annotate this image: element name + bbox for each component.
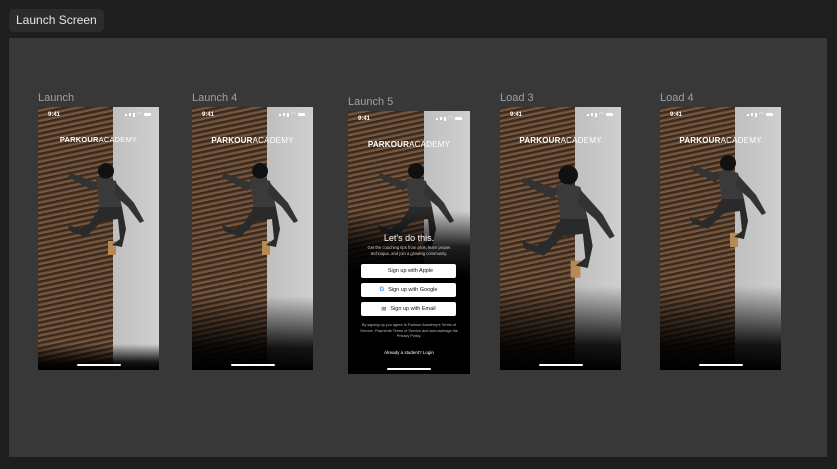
status-time: 9:41 xyxy=(202,112,215,118)
bottom-fade xyxy=(500,285,621,370)
signal-icon xyxy=(586,113,589,116)
home-indicator xyxy=(230,364,275,366)
bottom-fade xyxy=(192,296,313,370)
logo-light: ACADEMY xyxy=(720,136,762,145)
battery-icon xyxy=(144,113,151,116)
email-button-label: Sign up with Email xyxy=(390,306,436,312)
status-time: 9:41 xyxy=(358,116,371,122)
signal-icon xyxy=(439,117,442,120)
status-icons: ◠ xyxy=(124,111,151,118)
apple-button-label: Sign up with Apple xyxy=(387,268,434,274)
status-icons: ◠ xyxy=(586,111,613,118)
bottom-fade xyxy=(38,343,159,370)
battery-icon xyxy=(606,113,613,116)
parkour-athlete-image xyxy=(521,165,615,278)
parkour-athlete-image xyxy=(690,155,766,247)
status-icons: ◠ xyxy=(435,115,462,122)
battery-icon xyxy=(298,113,305,116)
home-indicator xyxy=(698,364,743,366)
google-icon: G xyxy=(379,287,385,293)
logo-bold: PARKOUR xyxy=(519,136,561,145)
logo-light: ACADEMY xyxy=(560,136,602,145)
signal-icon xyxy=(278,113,281,116)
frame-load-3[interactable]: 9:41 ◠ PARKOURACADEMY xyxy=(500,107,621,370)
signal-icon xyxy=(124,113,127,116)
frame-launch-5[interactable]: 9:41 ◠ PARKOURACADEMY Let's do this. Get… xyxy=(348,111,470,374)
email-icon: ✉ xyxy=(381,306,387,313)
status-bar: 9:41 ◠ xyxy=(348,114,470,124)
login-link[interactable]: Already a student? Login xyxy=(348,350,470,355)
logo: PARKOURACADEMY xyxy=(38,135,159,144)
terms-text: By signing up you agree to Parkour Acade… xyxy=(360,323,458,338)
logo-light: ACADEMY xyxy=(409,140,451,149)
signal-icon xyxy=(128,113,131,116)
signal-icon xyxy=(754,112,757,117)
home-indicator xyxy=(76,364,121,366)
wifi-icon: ◠ xyxy=(598,112,604,118)
logo: PARKOURACADEMY xyxy=(192,136,313,145)
status-bar: 9:41 ◠ xyxy=(660,110,781,120)
status-bar: 9:41 ◠ xyxy=(38,110,159,120)
page-tab[interactable]: Launch Screen xyxy=(9,9,104,32)
signal-icon xyxy=(590,113,593,116)
google-button-label: Sign up with Google xyxy=(388,287,438,293)
signal-icon xyxy=(443,116,446,121)
status-icons: ◠ xyxy=(278,111,305,118)
frame-label-launch-5[interactable]: Launch 5 xyxy=(348,96,393,108)
parkour-athlete-image xyxy=(222,163,298,255)
logo: PARKOURACADEMY xyxy=(660,136,781,145)
logo: PARKOURACADEMY xyxy=(500,136,621,145)
status-time: 9:41 xyxy=(510,112,523,118)
logo: PARKOURACADEMY xyxy=(348,140,470,149)
home-indicator xyxy=(538,364,583,366)
battery-icon xyxy=(766,113,773,116)
subtext: Get the coaching tips from pros, learn p… xyxy=(367,245,451,256)
wifi-icon: ◠ xyxy=(136,112,142,118)
sign-up-google-button[interactable]: G Sign up with Google xyxy=(361,283,456,297)
signal-icon xyxy=(286,112,289,117)
status-time: 9:41 xyxy=(48,112,61,118)
sign-up-email-button[interactable]: ✉ Sign up with Email xyxy=(361,302,456,316)
bottom-fade xyxy=(660,285,781,370)
logo-light: ACADEMY xyxy=(98,135,138,144)
logo-bold: PARKOUR xyxy=(679,136,721,145)
home-indicator xyxy=(387,368,431,370)
headline: Let's do this. xyxy=(383,233,435,243)
signal-icon xyxy=(594,112,597,117)
frame-label-launch[interactable]: Launch xyxy=(38,92,74,104)
frame-label-launch-4[interactable]: Launch 4 xyxy=(192,92,237,104)
status-time: 9:41 xyxy=(670,112,683,118)
frame-load-4[interactable]: 9:41 ◠ PARKOURACADEMY xyxy=(660,107,781,370)
logo-bold: PARKOUR xyxy=(367,140,410,149)
signal-icon xyxy=(282,113,285,116)
logo-light: ACADEMY xyxy=(252,136,294,145)
logo-bold: PARKOUR xyxy=(59,135,99,144)
wifi-icon: ◠ xyxy=(290,112,296,118)
signal-icon xyxy=(435,117,438,120)
signal-icon xyxy=(132,112,135,117)
frame-label-load-4[interactable]: Load 4 xyxy=(660,92,694,104)
status-icons: ◠ xyxy=(746,111,773,118)
status-bar: 9:41 ◠ xyxy=(192,110,313,120)
status-bar: 9:41 ◠ xyxy=(500,110,621,120)
battery-icon xyxy=(455,117,462,120)
signal-icon xyxy=(750,113,753,116)
logo-bold: PARKOUR xyxy=(211,136,253,145)
frame-launch-4[interactable]: 9:41 ◠ PARKOURACADEMY xyxy=(192,107,313,370)
sign-up-apple-button[interactable]: Sign up with Apple xyxy=(361,264,456,278)
wifi-icon: ◠ xyxy=(447,116,453,122)
parkour-athlete-image xyxy=(68,163,144,255)
wifi-icon: ◠ xyxy=(758,112,764,118)
signal-icon xyxy=(746,113,749,116)
design-canvas[interactable]: Launch 9:41 ◠ PARKOURACADEMY Launch 4 9:… xyxy=(9,38,827,457)
frame-label-load-3[interactable]: Load 3 xyxy=(500,92,534,104)
frame-launch[interactable]: 9:41 ◠ PARKOURACADEMY xyxy=(38,107,159,370)
